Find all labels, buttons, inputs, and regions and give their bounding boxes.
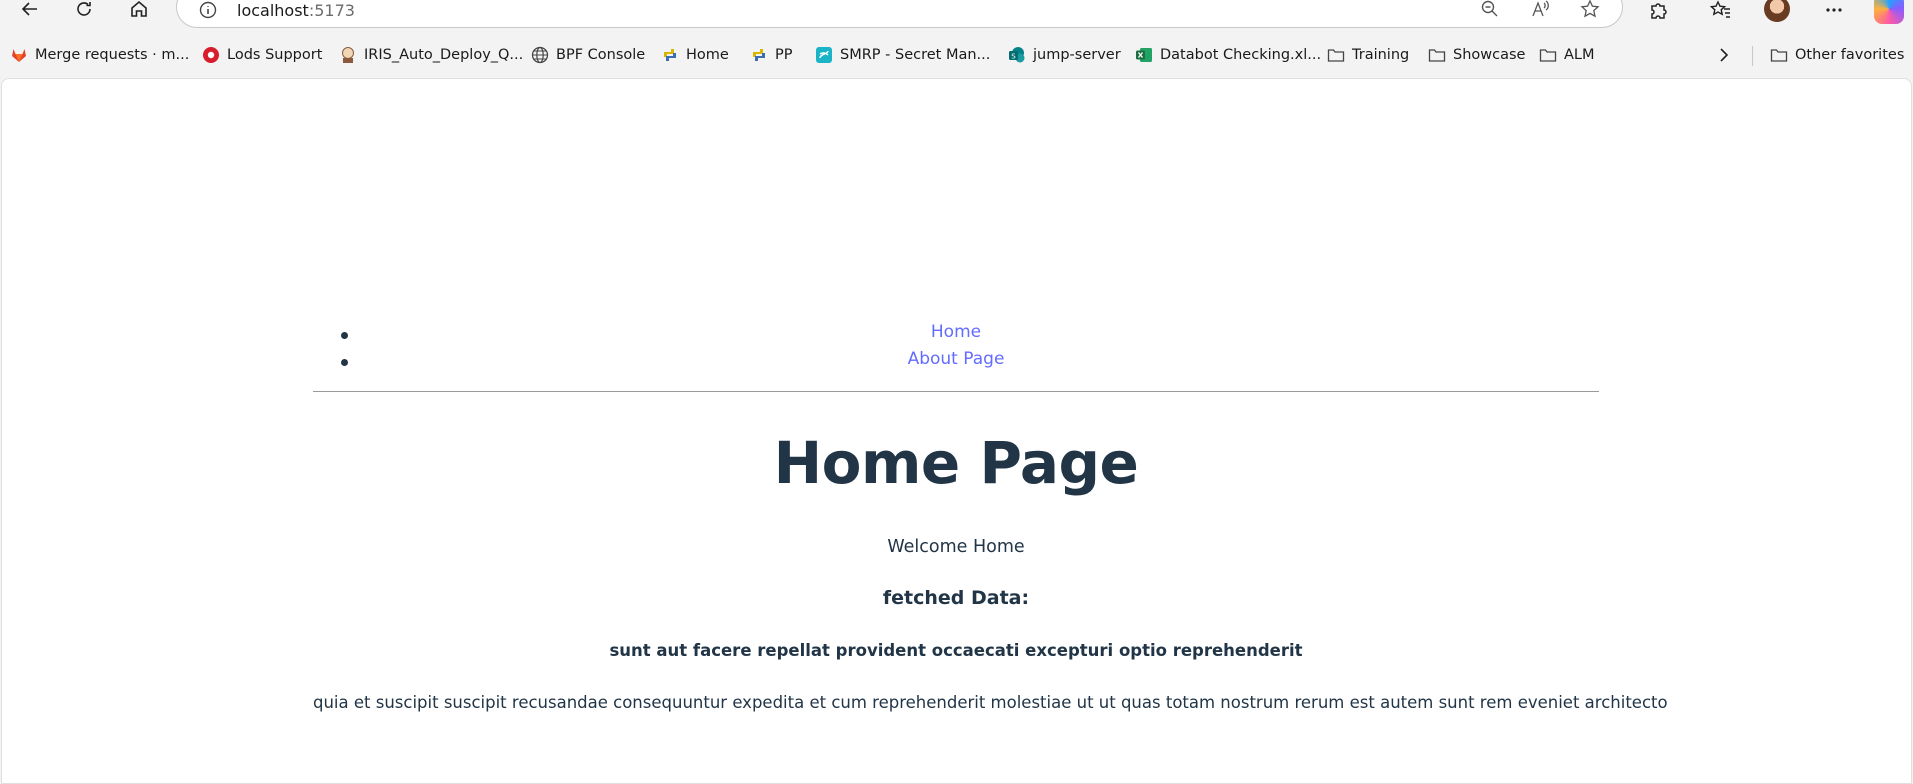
smrp-icon [816, 47, 832, 63]
folder-icon [1327, 49, 1345, 62]
bookmark-label: Other favorites [1795, 47, 1905, 63]
bookmark-label: PP [775, 47, 793, 63]
url-port: :5173 [308, 1, 355, 20]
bookmark-smrp[interactable]: SMRP - Secret Man... [815, 44, 990, 66]
back-button[interactable] [12, 0, 48, 24]
bookmark-label: Home [686, 47, 729, 63]
puzzle-icon [1651, 3, 1667, 19]
svg-text:S: S [1011, 53, 1016, 61]
favorites-icon [1710, 0, 1730, 18]
bookmark-folder-showcase[interactable]: Showcase [1428, 44, 1525, 66]
bookmark-label: Showcase [1453, 47, 1526, 63]
url-host: localhost [237, 1, 309, 20]
welcome-text: Welcome Home [887, 537, 1025, 557]
nav-divider [313, 391, 1599, 392]
page-viewport: Home About Page Home Page Welcome Home f… [1, 78, 1912, 784]
folder-icon [1539, 49, 1557, 62]
bookmark-label: jump-server [1033, 47, 1121, 63]
bookmark-other-favorites[interactable]: Other favorites [1770, 44, 1904, 66]
back-arrow-icon [21, 2, 37, 16]
bookmark-iris-auto-deploy[interactable]: IRIS_Auto_Deploy_Q... [339, 44, 523, 66]
nav-item-home: Home [313, 322, 1599, 349]
folder-icon [1770, 49, 1788, 62]
bookmark-pp[interactable]: PP [750, 44, 793, 66]
python-icon [664, 49, 676, 61]
bookmark-label: IRIS_Auto_Deploy_Q... [364, 47, 524, 63]
lods-icon [203, 47, 219, 63]
address-bar[interactable]: localhost:5173 [176, 0, 1623, 28]
fetched-data-heading: fetched Data: [882, 587, 1030, 609]
bookmark-label: ALM [1564, 47, 1595, 63]
excel-icon [1136, 48, 1152, 62]
zoom-button[interactable] [1480, 0, 1502, 21]
nav-link-home[interactable]: Home [931, 322, 981, 342]
python-icon [753, 49, 765, 61]
bookmark-label: Lods Support [227, 47, 323, 63]
bookmark-label: Training [1352, 47, 1410, 63]
page-title: Home Page [773, 429, 1139, 497]
bookmark-folder-alm[interactable]: ALM [1539, 44, 1595, 66]
bookmark-label: BPF Console [556, 47, 646, 63]
more-button[interactable] [1821, 0, 1847, 22]
copilot-icon[interactable] [1874, 0, 1904, 24]
bookmark-label: Databot Checking.xl... [1160, 47, 1322, 63]
star-icon [1580, 0, 1600, 18]
zoom-out-icon [1481, 0, 1498, 17]
more-icon [1826, 8, 1842, 12]
chevron-right-icon[interactable] [1715, 44, 1733, 66]
post-title: sunt aut facere repellat provident occae… [609, 641, 1303, 660]
refresh-button[interactable] [66, 0, 102, 24]
info-icon[interactable] [199, 1, 217, 19]
folder-icon [1428, 49, 1446, 62]
page-nav: Home About Page [313, 322, 1599, 376]
bookmark-bpf-console[interactable]: BPF Console [531, 44, 645, 66]
home-icon [131, 0, 147, 17]
bookmarks-bar: Merge requests · m... Lods Support IRIS_… [0, 40, 1913, 70]
sharepoint-icon: S [1009, 47, 1025, 63]
bookmark-databot-checking[interactable]: Databot Checking.xl... [1135, 44, 1321, 66]
extensions-button[interactable] [1646, 0, 1672, 22]
home-button[interactable] [121, 0, 157, 24]
nav-link-about[interactable]: About Page [908, 349, 1005, 369]
url-text[interactable]: localhost:5173 [237, 1, 355, 20]
bookmark-folder-training[interactable]: Training [1327, 44, 1409, 66]
post-body: quia et suscipit suscipit recusandae con… [313, 693, 1668, 712]
refresh-icon [77, 2, 91, 16]
nav-list: Home About Page [313, 322, 1599, 376]
read-aloud-icon [1532, 0, 1549, 17]
bookmark-jump-server[interactable]: S jump-server [1008, 44, 1121, 66]
globe-icon [531, 46, 549, 64]
bookmark-merge-requests[interactable]: Merge requests · m... [10, 44, 189, 66]
jenkins-icon [342, 47, 354, 63]
browser-toolbar: localhost:5173 [0, 0, 1913, 28]
read-aloud-button[interactable] [1530, 0, 1552, 21]
favorite-button[interactable] [1580, 0, 1602, 21]
favorites-button[interactable] [1708, 0, 1734, 22]
bookmark-label: SMRP - Secret Man... [840, 47, 991, 63]
nav-item-about: About Page [313, 349, 1599, 376]
profile-avatar[interactable] [1764, 0, 1790, 22]
gitlab-icon [12, 49, 26, 62]
bookmark-label: Merge requests · m... [35, 47, 190, 63]
bookmark-lods-support[interactable]: Lods Support [202, 44, 322, 66]
bookmark-home[interactable]: Home [661, 44, 729, 66]
bookmarks-separator [1752, 46, 1753, 66]
